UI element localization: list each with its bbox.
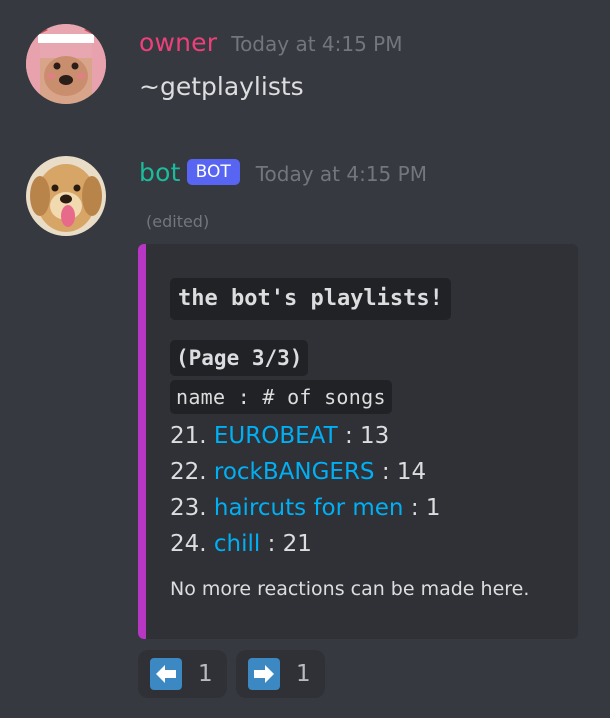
playlist-song-count: 13: [360, 423, 390, 449]
page-indicator: (Page 3/3): [170, 340, 309, 376]
embed-footer: No more reactions can be made here.: [170, 578, 530, 600]
playlist-row: 24. chill : 21: [170, 531, 312, 557]
embed-accent-bar: [138, 244, 146, 639]
column-header: name : # of songs: [170, 380, 392, 414]
playlist-link[interactable]: chill: [214, 531, 260, 557]
bot-tag-badge: BOT: [186, 159, 240, 185]
embed-title: the bot's playlists!: [170, 278, 451, 320]
reaction-count: 1: [296, 661, 311, 687]
playlist-song-count: 14: [396, 459, 427, 485]
playlist-row: 23. haircuts for men : 1: [170, 495, 441, 521]
message-timestamp: Today at 4:15 PM: [255, 162, 427, 186]
playlist-row: 21. EUROBEAT : 13: [170, 423, 390, 449]
owner-avatar[interactable]: [26, 24, 106, 104]
message-header: bot BOT Today at 4:15 PM: [139, 158, 427, 187]
bot-username[interactable]: bot: [139, 158, 181, 187]
playlist-index: 22.: [170, 459, 207, 485]
playlist-link[interactable]: haircuts for men: [214, 495, 404, 521]
reaction-right-arrow[interactable]: 1: [236, 650, 325, 698]
playlist-embed: the bot's playlists! (Page 3/3) name : #…: [138, 244, 578, 639]
owner-username[interactable]: owner: [139, 28, 217, 57]
playlist-row: 22. rockBANGERS : 14: [170, 459, 427, 485]
playlist-index: 23.: [170, 495, 207, 521]
right-arrow-icon: [248, 658, 280, 690]
playlist-song-count: 1: [425, 495, 441, 521]
chat-view: owner Today at 4:15 PM ~getplaylists bot B…: [0, 0, 610, 718]
edited-label: (edited): [146, 212, 210, 231]
message-timestamp: Today at 4:15 PM: [231, 32, 403, 56]
left-arrow-icon: [150, 658, 182, 690]
playlist-index: 21.: [170, 423, 207, 449]
reaction-left-arrow[interactable]: 1: [138, 650, 227, 698]
message-header: owner Today at 4:15 PM: [139, 28, 403, 57]
reaction-count: 1: [198, 661, 213, 687]
playlist-song-count: 21: [282, 531, 312, 557]
playlist-index: 24.: [170, 531, 207, 557]
message-content: ~getplaylists: [139, 72, 304, 101]
bot-avatar[interactable]: [26, 156, 106, 236]
playlist-link[interactable]: EUROBEAT: [214, 423, 338, 449]
playlist-link[interactable]: rockBANGERS: [214, 459, 375, 485]
